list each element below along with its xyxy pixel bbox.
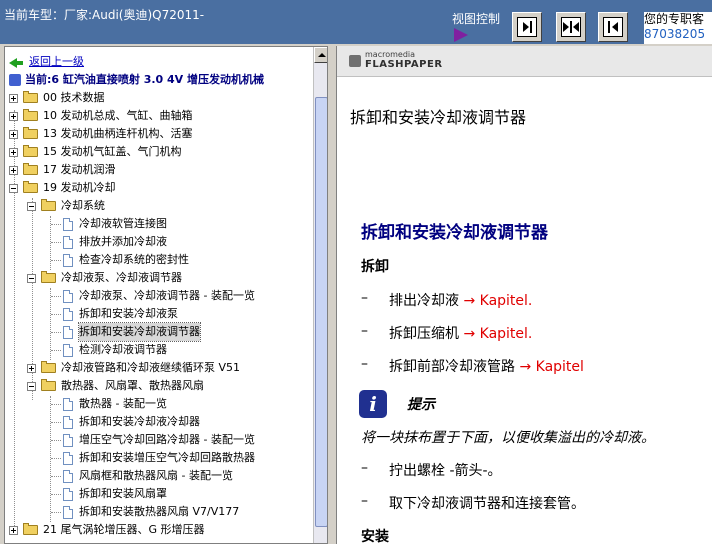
folder-icon [23,523,38,535]
kapitel-link[interactable]: → Kapitel [519,359,583,375]
expand-icon[interactable] [27,364,36,373]
document-icon [63,416,73,429]
document-icon [63,254,73,267]
step-bullet: – [361,356,368,372]
top-bar: 当前车型：厂家:Audi(奥迪)Q72011- 视图控制 您的专职客 87038… [0,0,712,44]
expand-icon[interactable] [9,166,18,175]
folder-open-icon [41,199,56,211]
flashpaper-brand-small: macromedia [365,50,416,59]
removal-step-3: 拆卸前部冷却液管路 → Kapitel [389,359,584,375]
view-split-button[interactable] [556,12,586,42]
kapitel-link[interactable]: → Kapitel. [463,326,532,342]
folder-icon [41,361,56,373]
scroll-up-button[interactable] [314,47,327,63]
document-icon [63,398,73,411]
back-link[interactable]: 返回上一级 [29,53,84,71]
kapitel-link[interactable]: → Kapitel. [463,293,532,309]
folder-icon [23,127,38,139]
step-bullet: – [361,323,368,339]
hint-text: 将一块抹布置于下面，以便收集溢出的冷却液。 [361,430,655,446]
document-icon [63,452,73,465]
folder-icon [23,163,38,175]
document-icon [63,344,73,357]
tree-scrollbar[interactable] [313,47,327,543]
view-control-label: 视图控制 [452,12,501,26]
folder-open-icon [41,271,56,283]
document-icon [63,218,73,231]
document-title: 拆卸和安装冷却液调节器 [361,223,548,243]
car-model-label: 当前车型：厂家:Audi(奥迪)Q72011- [4,8,205,22]
folder-icon [23,109,38,121]
document-icon [63,488,73,501]
removal-heading: 拆卸 [361,259,389,275]
document-viewer: macromedia FLASHPAPER 拆卸和安装冷却液调节器 拆卸和安装冷… [336,46,712,544]
info-icon: i [359,390,387,418]
up-arrow-icon [318,53,326,57]
folder-open-icon [41,379,56,391]
document-icon [63,470,73,483]
scroll-thumb[interactable] [315,97,327,527]
collapse-icon[interactable] [9,184,18,193]
install-heading: 安装 [361,529,389,544]
document-header-title: 拆卸和安装冷却液调节器 [350,108,527,127]
folder-open-icon [23,181,38,193]
step-bullet: – [361,290,368,306]
panel-left-icon [603,17,623,37]
expand-icon[interactable] [9,148,18,157]
folder-icon [23,145,38,157]
removal-step-1: 排出冷却液 → Kapitel. [389,293,533,309]
view-control-arrow-icon[interactable] [454,28,468,42]
current-model-icon [9,74,21,86]
collapse-icon[interactable] [27,382,36,391]
flashpaper-logo-icon [349,55,361,67]
expert-contact: 您的专职客 87038205 [644,12,712,44]
document-icon [63,506,73,519]
folder-icon [23,91,38,103]
document-icon [63,236,73,249]
removal-step-4: 拧出螺栓 -箭头-。 [389,463,502,479]
step-bullet: – [361,493,368,509]
hint-label: 提示 [407,397,435,413]
document-icon [63,290,73,303]
panel-right-icon [517,17,537,37]
current-model-label: 当前:6 缸汽油直接喷射 3.0 4V 增压发动机机械 [25,73,265,86]
expand-icon[interactable] [9,112,18,121]
flashpaper-brand: FLASHPAPER [365,59,443,70]
document-icon [63,434,73,447]
view-right-pane-button[interactable] [512,12,542,42]
document-icon [63,308,73,321]
collapse-icon[interactable] [27,274,36,283]
document-icon [63,326,73,339]
flashpaper-header: macromedia FLASHPAPER [337,46,712,77]
expand-icon[interactable] [9,130,18,139]
removal-step-5: 取下冷却液调节器和连接套管。 [389,496,585,512]
collapse-icon[interactable] [27,202,36,211]
expand-icon[interactable] [9,94,18,103]
navigation-tree-pane: 返回上一级 当前:6 缸汽油直接喷射 3.0 4V 增压发动机机械 00 技术数… [4,46,328,544]
expand-icon[interactable] [9,526,18,535]
navigation-tree: 返回上一级 当前:6 缸汽油直接喷射 3.0 4V 增压发动机机械 00 技术数… [5,47,313,543]
step-bullet: – [361,460,368,476]
panel-split-icon [561,17,581,37]
back-arrow-icon [9,58,23,68]
removal-step-2: 拆卸压缩机 → Kapitel. [389,326,533,342]
view-left-pane-button[interactable] [598,12,628,42]
